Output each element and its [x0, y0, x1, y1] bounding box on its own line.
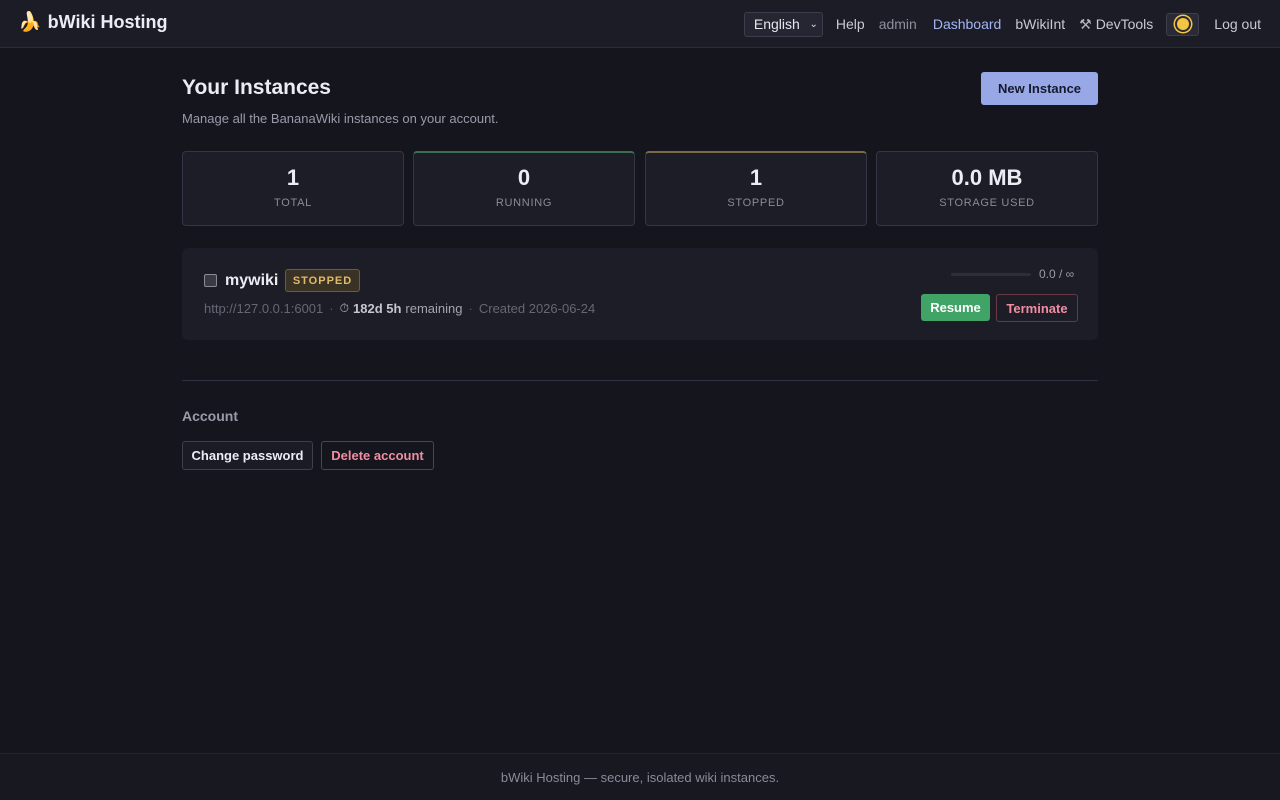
- hammer-wrench-icon: ⚒: [1079, 15, 1092, 32]
- sun-icon: [1176, 18, 1189, 30]
- nav-devtools[interactable]: ⚒ DevTools: [1079, 16, 1153, 33]
- stat-value: 0.0 MB: [951, 165, 1023, 190]
- instance-select-checkbox[interactable]: [204, 274, 217, 287]
- meta-separator: ·: [468, 301, 473, 316]
- section-divider: [182, 380, 1098, 381]
- stat-label: TOTAL: [274, 197, 312, 209]
- stat-card-storage: 0.0 MB STORAGE USED: [876, 151, 1098, 226]
- remaining-time: 182d 5h: [353, 301, 402, 316]
- nav-logout[interactable]: Log out: [1214, 16, 1261, 32]
- stats-row: 1 TOTAL 0 RUNNING 1 STOPPED 0.0 MB STORA…: [182, 151, 1098, 226]
- instance-name[interactable]: mywiki: [225, 272, 278, 290]
- nav-dashboard[interactable]: Dashboard: [933, 16, 1002, 32]
- nav-bwikiint[interactable]: bWikiInt: [1015, 16, 1065, 32]
- nav-devtools-label: DevTools: [1095, 16, 1154, 32]
- chevron-down-icon: ⌄: [809, 18, 818, 30]
- stat-card-running: 0 RUNNING: [413, 151, 635, 226]
- instance-meta: http://127.0.0.1:6001 · ⏱ 182d 5h remain…: [204, 301, 595, 316]
- stat-label: RUNNING: [495, 197, 553, 209]
- stat-label: STORAGE USED: [939, 197, 1035, 209]
- language-select-value: English: [753, 16, 800, 32]
- storage-usage-text: 0.0 / ∞: [1039, 267, 1075, 281]
- meta-separator: ·: [329, 301, 334, 316]
- brand[interactable]: 🍌 bWiki Hosting: [18, 12, 168, 33]
- page-subtitle: Manage all the BananaWiki instances on y…: [182, 111, 499, 126]
- stat-label: STOPPED: [727, 197, 785, 209]
- stat-value: 0: [517, 165, 531, 190]
- instance-url[interactable]: http://127.0.0.1:6001: [204, 301, 323, 316]
- footer-text: bWiki Hosting — secure, isolated wiki in…: [500, 769, 780, 785]
- resume-button[interactable]: Resume: [921, 294, 990, 321]
- stat-value: 1: [749, 165, 763, 190]
- change-password-button[interactable]: Change password: [182, 441, 313, 470]
- instance-card: mywiki STOPPED http://127.0.0.1:6001 · ⏱…: [182, 248, 1098, 340]
- status-badge: STOPPED: [285, 269, 360, 292]
- language-select[interactable]: English ⌄: [743, 11, 823, 37]
- theme-toggle-button[interactable]: [1166, 12, 1200, 36]
- stat-card-stopped: 1 STOPPED: [645, 151, 867, 226]
- remaining-label: remaining: [405, 301, 463, 316]
- timer-icon: ⏱: [339, 301, 349, 315]
- page-title: Your Instances: [182, 76, 331, 99]
- top-navbar: 🍌 bWiki Hosting English ⌄ Help admin Das…: [0, 0, 1280, 48]
- created-date: Created 2026-06-24: [478, 301, 596, 316]
- banana-icon: 🍌: [18, 12, 42, 33]
- stat-card-total: 1 TOTAL: [182, 151, 404, 226]
- nav-help[interactable]: Help: [836, 16, 865, 32]
- stat-value: 1: [286, 165, 300, 190]
- nav-username: admin: [878, 16, 917, 32]
- new-instance-button[interactable]: New Instance: [981, 72, 1098, 105]
- terminate-button[interactable]: Terminate: [996, 294, 1078, 322]
- storage-progress-bar: [951, 273, 1031, 276]
- main-nav: English ⌄ Help admin Dashboard bWikiInt …: [743, 0, 1280, 48]
- footer: bWiki Hosting — secure, isolated wiki in…: [0, 753, 1280, 800]
- delete-account-button[interactable]: Delete account: [321, 441, 434, 470]
- account-section-title: Account: [182, 408, 238, 424]
- brand-title: bWiki Hosting: [47, 12, 168, 32]
